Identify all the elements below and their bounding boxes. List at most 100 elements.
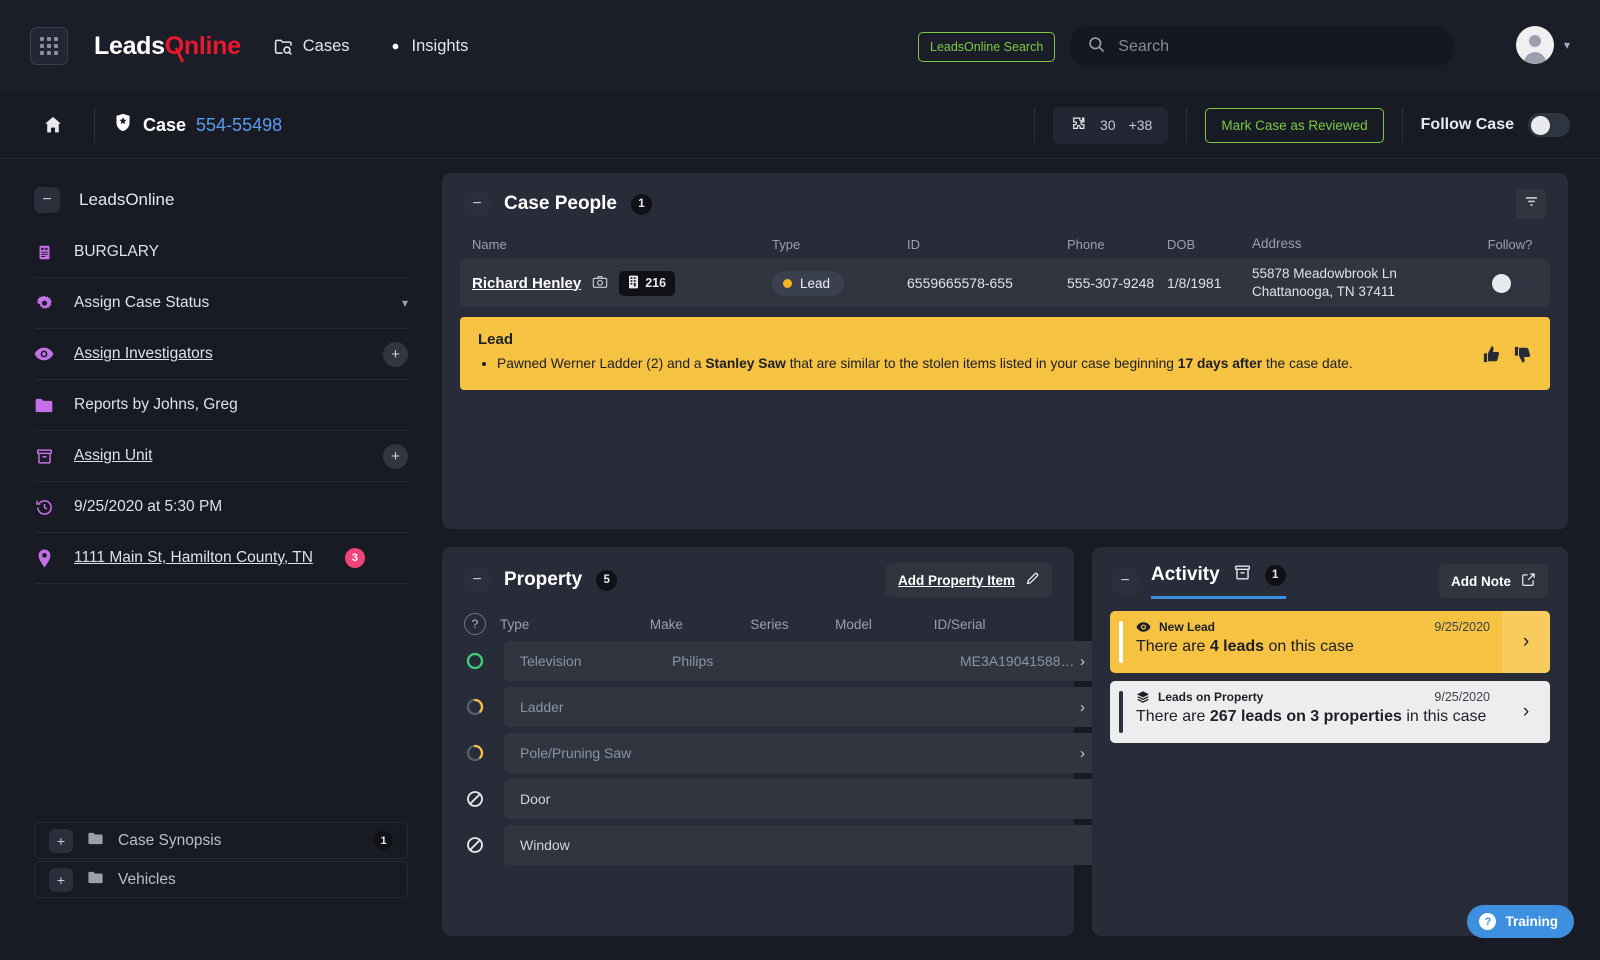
activity-text-prefix: There are xyxy=(1136,638,1210,655)
thumbs-down-icon[interactable] xyxy=(1513,345,1532,369)
activity-collapse-button[interactable]: − xyxy=(1112,568,1138,594)
brand-online: Online xyxy=(164,31,241,60)
home-button[interactable] xyxy=(30,114,76,136)
activity-kind: New Lead xyxy=(1159,620,1216,634)
activity-date: 9/25/2020 xyxy=(1434,690,1490,704)
property-card[interactable]: Ladder › xyxy=(504,687,1101,727)
property-card[interactable]: Television Philips ME3A19041588… › xyxy=(504,641,1101,681)
case-breadcrumb: Case 554-55498 xyxy=(113,112,282,138)
user-menu[interactable]: ▾ xyxy=(1515,26,1570,64)
add-note-label: Add Note xyxy=(1451,573,1511,589)
chevron-right-icon[interactable]: › xyxy=(1502,681,1550,743)
add-property-item-button[interactable]: Add Property Item xyxy=(885,563,1052,597)
thumbs-up-icon[interactable] xyxy=(1482,345,1501,369)
sidebar-item-assign-case-status[interactable]: Assign Case Status ▾ xyxy=(34,278,408,329)
expand-icon[interactable]: + xyxy=(49,867,73,892)
table-header-row: Name Type ID Phone DOB Address Follow? xyxy=(460,229,1550,259)
gear-icon xyxy=(34,294,54,313)
expand-icon[interactable]: + xyxy=(49,828,73,853)
search-icon xyxy=(1087,35,1106,59)
activity-text: There are 4 leads on this case xyxy=(1136,638,1490,656)
divider xyxy=(1401,107,1403,143)
property-header: − Property 5 Add Property Item xyxy=(442,547,1074,607)
property-card[interactable]: Pole/Pruning Saw › xyxy=(504,733,1101,773)
tab-activity[interactable]: Activity 1 xyxy=(1151,563,1286,599)
nav-cases[interactable]: Cases xyxy=(273,36,350,57)
person-id-cell: 6559665578-655 xyxy=(907,275,1013,291)
lead-banner-bullet: Pawned Werner Ladder (2) and a Stanley S… xyxy=(497,354,1353,374)
eye-icon xyxy=(1136,621,1151,633)
sidebar-item-label: Assign Investigators xyxy=(74,345,213,362)
folder-label: Case Synopsis xyxy=(118,831,222,849)
filter-icon xyxy=(1524,194,1539,214)
apps-grid-button[interactable] xyxy=(30,27,68,65)
add-note-button[interactable]: Add Note xyxy=(1439,564,1548,598)
property-row: Door xyxy=(464,779,1096,819)
property-type: Ladder xyxy=(520,699,564,715)
sidebar-item-reports[interactable]: Reports by Johns, Greg xyxy=(34,380,408,431)
type-label: Lead xyxy=(800,275,831,291)
leadsonline-search-button[interactable]: LeadsOnline Search xyxy=(918,31,1056,62)
sidebar-item-case-address[interactable]: 1111 Main St, Hamilton County, TN 3 xyxy=(34,533,408,584)
pawn-count-badge[interactable]: 216 xyxy=(619,270,676,296)
add-unit-button[interactable]: + xyxy=(383,443,408,469)
column-follow: Follow? xyxy=(1487,236,1533,252)
sidebar-folder-vehicles[interactable]: + Vehicles xyxy=(34,861,408,898)
sidebar-folder-case-synopsis[interactable]: + Case Synopsis 1 xyxy=(34,822,408,859)
page-body: − LeadsOnline BURGLARY Assign Case Statu… xyxy=(0,159,1600,960)
mark-case-reviewed-button[interactable]: Mark Case as Reviewed xyxy=(1205,107,1384,143)
case-sidebar: − LeadsOnline BURGLARY Assign Case Statu… xyxy=(0,159,442,960)
sidebar-collapse-button[interactable]: − xyxy=(34,187,60,213)
activity-text-bold: 4 leads xyxy=(1209,638,1265,655)
nav-cases-label: Cases xyxy=(302,36,350,55)
property-idserial: ME3A19041588… xyxy=(960,653,1075,669)
property-card[interactable]: Window xyxy=(504,825,1096,865)
add-investigator-button[interactable]: + xyxy=(383,341,408,367)
lead-text-prefix: Pawned Werner Ladder (2) and a xyxy=(497,356,706,371)
property-card[interactable]: Door xyxy=(504,779,1096,819)
case-people-table: Name Type ID Phone DOB Address Follow? R… xyxy=(442,229,1568,307)
column-idserial: ID/Serial xyxy=(933,616,986,632)
lower-panels: − Property 5 Add Property Item ? Type Ma… xyxy=(442,547,1568,960)
lead-text-mid: that are similar to the stolen items lis… xyxy=(785,356,1178,371)
question-icon[interactable]: ? xyxy=(464,613,486,635)
brand-logo[interactable]: Leads Online xyxy=(94,31,241,63)
person-follow-cell xyxy=(1482,271,1538,295)
follow-case-label: Follow Case xyxy=(1420,116,1514,133)
chevron-right-icon[interactable]: › xyxy=(1080,699,1085,716)
chevron-right-icon[interactable]: › xyxy=(1080,745,1085,762)
activity-card[interactable]: Leads on Property 9/25/2020 There are 26… xyxy=(1110,681,1550,743)
activity-kind: Leads on Property xyxy=(1158,690,1264,704)
case-people-collapse-button[interactable]: − xyxy=(464,191,490,217)
case-score-chip[interactable]: 30 +38 xyxy=(1053,106,1169,144)
activity-header: − Activity 1 Add Note xyxy=(1092,547,1568,599)
property-row: Ladder › xyxy=(464,687,1101,727)
panel-title: Property xyxy=(504,569,583,590)
ring-complete-icon xyxy=(464,651,486,671)
case-people-filter-button[interactable] xyxy=(1516,189,1546,219)
sidebar-item-case-datetime[interactable]: 9/25/2020 at 5:30 PM xyxy=(34,482,408,533)
chevron-right-icon[interactable]: › xyxy=(1502,611,1550,673)
person-follow-toggle[interactable] xyxy=(1489,271,1531,295)
table-row[interactable]: Richard Henley 216 Lead 6559665578-655 5… xyxy=(460,259,1550,307)
camera-icon[interactable] xyxy=(592,275,608,292)
sidebar-item-assign-unit[interactable]: Assign Unit + xyxy=(34,431,408,482)
sidebar-item-assign-investigators[interactable]: Assign Investigators + xyxy=(34,329,408,380)
case-number[interactable]: 554-55498 xyxy=(196,115,282,136)
property-row: Television Philips ME3A19041588… › xyxy=(464,641,1101,681)
property-type: Window xyxy=(520,837,570,853)
search-input[interactable] xyxy=(1118,37,1437,56)
chevron-right-icon[interactable]: › xyxy=(1080,653,1085,670)
global-search-box[interactable] xyxy=(1069,26,1455,67)
top-header: Leads Online Cases Insights LeadsOnline … xyxy=(0,0,1600,92)
avatar xyxy=(1515,26,1554,64)
sidebar-item-burglary[interactable]: BURGLARY xyxy=(34,227,408,278)
activity-card[interactable]: New Lead 9/25/2020 There are 4 leads on … xyxy=(1110,611,1550,673)
person-name-link[interactable]: Richard Henley xyxy=(472,275,581,292)
location-pin-icon xyxy=(34,548,54,569)
training-button[interactable]: ? Training xyxy=(1467,905,1574,938)
nav-insights[interactable]: Insights xyxy=(382,36,468,57)
follow-case-toggle[interactable] xyxy=(1528,113,1570,137)
chevron-down-icon[interactable]: ▾ xyxy=(402,296,408,310)
property-collapse-button[interactable]: − xyxy=(464,567,490,593)
